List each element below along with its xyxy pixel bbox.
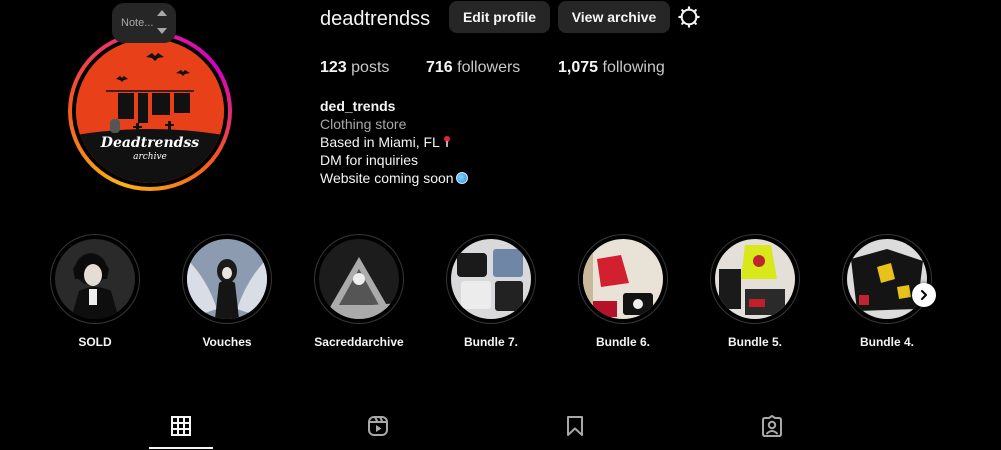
- posts-count: 123: [320, 59, 347, 76]
- tab-saved[interactable]: [543, 404, 607, 450]
- note-placeholder: Note...: [121, 17, 154, 29]
- profile-avatar[interactable]: Deadtrendss archive: [76, 39, 224, 183]
- clothes-bundle-thumbnail: [715, 239, 795, 319]
- avatar-logo-text: Deadtrendss: [100, 135, 200, 151]
- bookmark-icon: [567, 416, 583, 436]
- view-archive-button[interactable]: View archive: [558, 1, 670, 33]
- followers-stat[interactable]: 716 followers: [426, 59, 520, 77]
- highlight-sold[interactable]: [50, 234, 140, 324]
- bio-line-location-text: Based in Miami, FL: [320, 134, 440, 150]
- clothes-bundle-thumbnail: [451, 239, 531, 319]
- bio-line-website: Website coming soon: [320, 169, 468, 187]
- bio-category: Clothing store: [320, 116, 407, 132]
- following-stat[interactable]: 1,075 following: [558, 59, 665, 77]
- grid-icon: [171, 416, 191, 436]
- tab-posts[interactable]: [149, 404, 213, 450]
- highlight-sacreddarchive[interactable]: [314, 234, 404, 324]
- note-stepper-icon: [156, 10, 168, 34]
- profile-username: deadtrendss: [320, 8, 431, 30]
- profile-avatar-ring[interactable]: Deadtrendss archive: [68, 31, 232, 191]
- bio-line-location: Based in Miami, FL: [320, 133, 468, 151]
- tagged-icon: [762, 415, 782, 437]
- highlight-bundle-4[interactable]: [842, 234, 932, 324]
- followers-label: followers: [457, 59, 521, 76]
- highlight-label: Vouches: [202, 335, 252, 349]
- highlight-vouches[interactable]: [182, 234, 272, 324]
- following-label: following: [602, 59, 665, 76]
- avatar-inner: Deadtrendss archive: [72, 35, 228, 187]
- note-bubble[interactable]: Note...: [112, 3, 176, 43]
- bio-line-website-text: Website coming soon: [320, 170, 454, 186]
- location-pin-icon: [443, 136, 451, 147]
- avatar-logo-subtext: archive: [133, 152, 167, 162]
- highlights-next-button[interactable]: [912, 283, 936, 307]
- reels-icon: [368, 416, 388, 436]
- anime-angel-thumbnail: [187, 239, 267, 319]
- profile-bio: ded_trends Clothing store Based in Miami…: [320, 97, 468, 187]
- highlight-label: Bundle 7.: [463, 335, 518, 349]
- highlight-label: Sacreddarchive: [314, 335, 404, 349]
- followers-count: 716: [426, 59, 453, 76]
- bio-line-dm: DM for inquiries: [320, 152, 419, 168]
- graphic-thumbnail: [319, 239, 399, 319]
- anime-character-thumbnail: [55, 239, 135, 319]
- settings-gear-icon[interactable]: [678, 6, 700, 28]
- highlight-bundle-5[interactable]: [710, 234, 800, 324]
- edit-profile-button[interactable]: Edit profile: [449, 1, 550, 33]
- highlight-label: Bundle 5.: [727, 335, 782, 349]
- posts-label: posts: [351, 59, 390, 76]
- active-tab-indicator: [149, 447, 213, 449]
- highlight-label: Bundle 6.: [595, 335, 650, 349]
- highlight-label: Bundle 4.: [859, 335, 914, 349]
- highlight-bundle-6[interactable]: [578, 234, 668, 324]
- clothes-bundle-thumbnail: [583, 239, 663, 319]
- bio-name: ded_trends: [320, 98, 396, 114]
- globe-icon: [455, 172, 468, 184]
- posts-stat: 123 posts: [320, 59, 389, 77]
- highlight-label: SOLD: [78, 335, 112, 349]
- highlight-bundle-7[interactable]: [446, 234, 536, 324]
- tab-reels[interactable]: [346, 404, 410, 450]
- following-count: 1,075: [558, 59, 599, 76]
- clothes-bundle-thumbnail: [847, 239, 927, 319]
- chevron-right-icon: [921, 290, 927, 300]
- tab-tagged[interactable]: [740, 404, 804, 450]
